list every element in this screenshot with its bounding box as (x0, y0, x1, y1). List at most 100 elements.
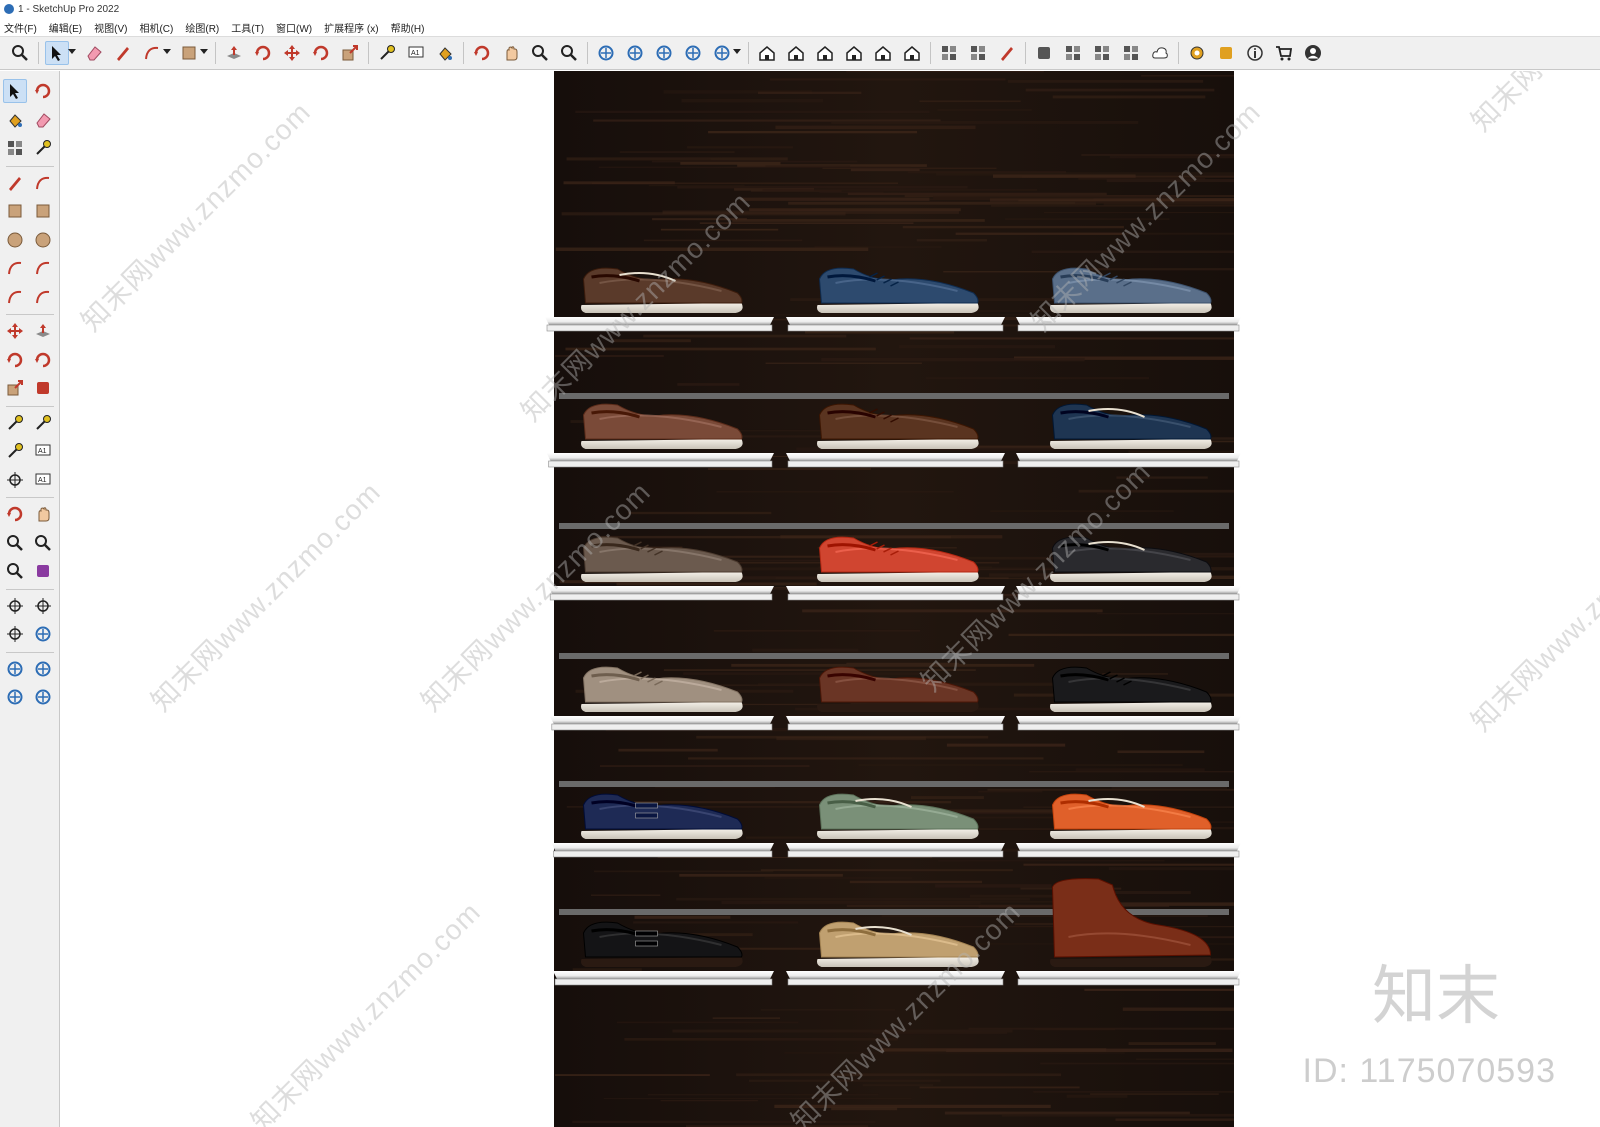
left-section-profile-button[interactable] (31, 685, 55, 709)
wood-grain-streak (910, 796, 984, 800)
left-pie-button[interactable] (31, 285, 55, 309)
orbit-tool-button[interactable] (470, 41, 494, 65)
left-three-point-arc-button[interactable] (3, 285, 27, 309)
select-tool-button[interactable] (45, 41, 69, 65)
rotate-tool-button[interactable] (309, 41, 333, 65)
menu-view[interactable]: 视图(V) (94, 20, 133, 35)
left-circle-button[interactable] (3, 228, 27, 252)
left-eraser-button[interactable] (31, 108, 55, 132)
outliner-tool-button[interactable] (995, 41, 1019, 65)
menu-tools[interactable]: 工具(T) (231, 20, 270, 35)
warehouse-tool-button[interactable] (1061, 41, 1085, 65)
left-paint-bucket-button[interactable] (3, 108, 27, 132)
left-3d-text-button[interactable]: A1 (31, 468, 55, 492)
cloud-tool-button[interactable] (1148, 41, 1172, 65)
follow-me-tool-button[interactable] (251, 41, 275, 65)
front-view-tool-button[interactable] (813, 41, 837, 65)
menu-file[interactable]: 文件(F) (4, 20, 43, 35)
left-two-point-arc-button[interactable] (31, 256, 55, 280)
left-section-cut-button[interactable] (3, 685, 27, 709)
left-dimension-button[interactable] (31, 411, 55, 435)
paint-bucket-tool-button[interactable] (433, 41, 457, 65)
left-component-button[interactable] (3, 136, 27, 160)
left-section-display-button[interactable] (3, 657, 27, 681)
model-viewport[interactable]: 知末网www.znzmo.com 知末网www.znzmo.com 知末网www.z… (61, 71, 1600, 1127)
dropdown-arrow-icon[interactable] (200, 49, 208, 54)
zoom-tool-button[interactable] (8, 41, 32, 65)
left-pencil-button[interactable] (3, 171, 27, 195)
rectangle-tool-button[interactable] (177, 41, 201, 65)
settings-tool-button[interactable] (1185, 41, 1209, 65)
pencil-line-tool-button[interactable] (111, 41, 135, 65)
tape-measure-tool-button[interactable] (375, 41, 399, 65)
left-zoom-button[interactable] (3, 531, 27, 555)
top-view-tool-button[interactable] (784, 41, 808, 65)
group-tool-button[interactable] (966, 41, 990, 65)
left-tape-button[interactable] (31, 136, 55, 160)
pan-tool-button[interactable] (499, 41, 523, 65)
left-push-pull-button[interactable] (31, 319, 55, 343)
left-polygon-button[interactable] (31, 228, 55, 252)
left-select-button[interactable] (3, 79, 27, 103)
menu-camera[interactable]: 相机(C) (139, 20, 179, 35)
extension-warehouse-tool-button[interactable] (1090, 41, 1114, 65)
section-plane-tool-button[interactable] (594, 41, 618, 65)
left-orbit-button[interactable] (31, 79, 55, 103)
back-view-tool-button[interactable] (871, 41, 895, 65)
left-follow-me-button[interactable] (31, 348, 55, 372)
profile-tool-button[interactable] (710, 41, 734, 65)
left-look-around-button[interactable] (31, 594, 55, 618)
eraser-tool-button[interactable] (82, 41, 106, 65)
arc-tool-button[interactable] (140, 41, 164, 65)
cart-tool-button[interactable] (1272, 41, 1296, 65)
right-view-tool-button[interactable] (842, 41, 866, 65)
dropdown-arrow-icon[interactable] (733, 49, 741, 54)
left-scale-button[interactable] (3, 376, 27, 400)
left-section-fill-button[interactable] (31, 657, 55, 681)
left-pan-button[interactable] (31, 502, 55, 526)
left-offset-button[interactable] (31, 376, 55, 400)
info-tool-button[interactable] (1243, 41, 1267, 65)
menu-help[interactable]: 帮助(H) (391, 20, 431, 35)
add-location-tool-button[interactable] (1032, 41, 1056, 65)
left-previous-button[interactable] (31, 559, 55, 583)
section-cut-tool-button[interactable] (681, 41, 705, 65)
left-protractor-button[interactable] (3, 439, 27, 463)
iso-view-tool-button[interactable] (755, 41, 779, 65)
component-tool-button[interactable] (937, 41, 961, 65)
left-position-camera-button[interactable] (3, 594, 27, 618)
section-fill-tool-button[interactable] (652, 41, 676, 65)
left-arc-button[interactable] (3, 256, 27, 280)
left-freehand-button[interactable] (31, 171, 55, 195)
left-move-button[interactable] (3, 319, 27, 343)
menu-extensions[interactable]: 扩展程序 (x) (324, 20, 384, 35)
left-rectangle-button[interactable] (3, 199, 27, 223)
move-tool-button[interactable] (280, 41, 304, 65)
left-orbit-button[interactable] (3, 502, 27, 526)
text-tool-button[interactable]: A1 (404, 41, 428, 65)
scale-tool-button[interactable] (338, 41, 362, 65)
left-axes-button[interactable] (3, 468, 27, 492)
left-zoom-window-button[interactable] (31, 531, 55, 555)
left-view-tool-button[interactable] (900, 41, 924, 65)
left-text-button[interactable]: A1 (31, 439, 55, 463)
left-tape-measure-button[interactable] (3, 411, 27, 435)
left-rotated-rectangle-button[interactable] (31, 199, 55, 223)
left-rotate-button[interactable] (3, 348, 27, 372)
materials-tool-button[interactable] (1119, 41, 1143, 65)
zoom-window-tool-button[interactable] (528, 41, 552, 65)
zoom-extents-tool-button[interactable] (557, 41, 581, 65)
dropdown-arrow-icon[interactable] (68, 49, 76, 54)
menu-window[interactable]: 窗口(W) (276, 20, 318, 35)
section-display-tool-button[interactable] (623, 41, 647, 65)
tape-icon (34, 139, 52, 157)
left-section-plane-button[interactable] (31, 622, 55, 646)
push-pull-tool-button[interactable] (222, 41, 246, 65)
dropdown-arrow-icon[interactable] (163, 49, 171, 54)
account-tool-button[interactable] (1301, 41, 1325, 65)
menu-draw[interactable]: 绘图(R) (185, 20, 225, 35)
menu-edit[interactable]: 编辑(E) (49, 20, 88, 35)
layout-tool-button[interactable] (1214, 41, 1238, 65)
left-walk-button[interactable] (3, 622, 27, 646)
left-zoom-extents-button[interactable] (3, 559, 27, 583)
